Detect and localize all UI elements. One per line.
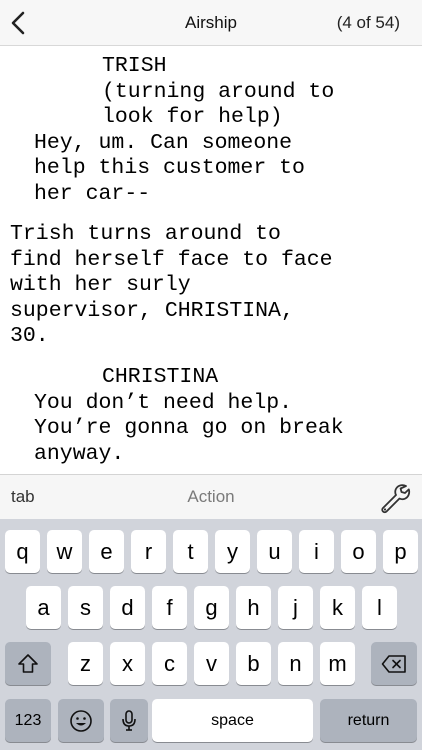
numbers-key[interactable]: 123: [5, 699, 51, 742]
element-type-button[interactable]: Action: [0, 487, 422, 507]
key-q[interactable]: q: [5, 530, 40, 573]
key-r[interactable]: r: [131, 530, 166, 573]
dialogue-line: help this customer to: [34, 156, 305, 180]
key-u[interactable]: u: [257, 530, 292, 573]
microphone-icon: [122, 709, 136, 731]
shift-icon: [18, 653, 38, 673]
character-name: TRISH: [102, 54, 167, 78]
return-key[interactable]: return: [320, 699, 417, 742]
key-s[interactable]: s: [68, 586, 103, 629]
action-line: with her surly: [10, 273, 191, 297]
key-t[interactable]: t: [173, 530, 208, 573]
parenthetical: look for help): [102, 105, 283, 129]
key-c[interactable]: c: [152, 642, 187, 685]
dialogue-line: You’re gonna go on break: [34, 416, 344, 440]
key-n[interactable]: n: [278, 642, 313, 685]
space-key[interactable]: space: [152, 699, 313, 742]
dialogue-line: anyway.: [34, 442, 125, 466]
key-f[interactable]: f: [152, 586, 187, 629]
action-line: find herself face to face: [10, 248, 333, 272]
key-e[interactable]: e: [89, 530, 124, 573]
key-h[interactable]: h: [236, 586, 271, 629]
action-line: 30.: [10, 324, 49, 348]
screenplay-editor[interactable]: TRISH (turning around to look for help) …: [0, 46, 422, 474]
delete-key[interactable]: [371, 642, 417, 685]
key-v[interactable]: v: [194, 642, 229, 685]
wrench-button[interactable]: [378, 481, 412, 515]
key-d[interactable]: d: [110, 586, 145, 629]
key-k[interactable]: k: [320, 586, 355, 629]
delete-icon: [381, 654, 406, 673]
microphone-key[interactable]: [110, 699, 148, 742]
page-counter: (4 of 54): [336, 13, 400, 32]
key-b[interactable]: b: [236, 642, 271, 685]
character-name: CHRISTINA: [102, 365, 219, 389]
key-g[interactable]: g: [194, 586, 229, 629]
key-x[interactable]: x: [110, 642, 145, 685]
navigation-bar: Airship (4 of 54): [0, 0, 422, 46]
wrench-icon: [381, 484, 411, 514]
key-p[interactable]: p: [383, 530, 418, 573]
keyboard: q w e r t y u i o p a s d f g h j k l z …: [0, 519, 422, 750]
editor-toolbar: tab Action: [0, 474, 422, 519]
parenthetical: (turning around to: [102, 80, 335, 104]
key-a[interactable]: a: [26, 586, 61, 629]
key-i[interactable]: i: [299, 530, 334, 573]
key-l[interactable]: l: [362, 586, 397, 629]
dialogue-line: her car--: [34, 182, 151, 206]
key-o[interactable]: o: [341, 530, 376, 573]
emoji-key[interactable]: [58, 699, 104, 742]
shift-key[interactable]: [5, 642, 51, 685]
key-w[interactable]: w: [47, 530, 82, 573]
key-y[interactable]: y: [215, 530, 250, 573]
emoji-icon: [70, 709, 92, 732]
dialogue-line: You don’t need help.: [34, 391, 293, 415]
key-j[interactable]: j: [278, 586, 313, 629]
key-m[interactable]: m: [320, 642, 355, 685]
action-line: supervisor, CHRISTINA,: [10, 299, 294, 323]
action-line: Trish turns around to: [10, 222, 281, 246]
dialogue-line: Hey, um. Can someone: [34, 131, 293, 155]
key-z[interactable]: z: [68, 642, 103, 685]
